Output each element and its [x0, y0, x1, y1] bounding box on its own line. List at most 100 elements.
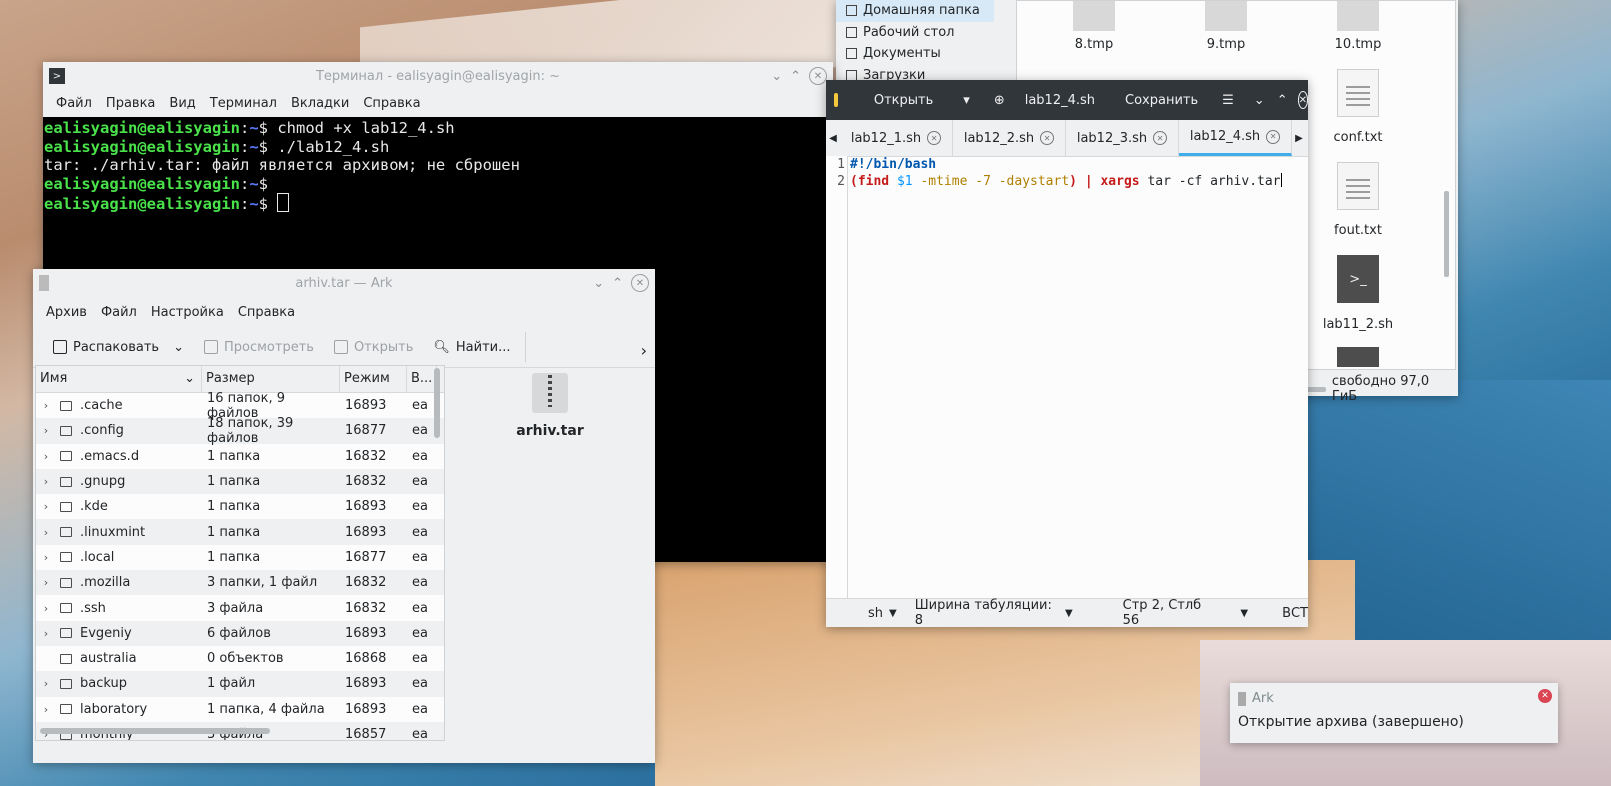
chevron-down-icon[interactable]: ▼	[1065, 608, 1073, 619]
open-button[interactable]: Открыть	[864, 93, 943, 108]
table-row[interactable]: › .emacs.d 1 папка 16832 ea	[36, 444, 444, 469]
menu-help[interactable]: Справка	[231, 305, 302, 320]
editor-header[interactable]: Открыть ▾ ⊕ lab12_4.sh Сохранить ☰ ⌄ ⌃ ✕	[826, 80, 1308, 120]
menu-terminal[interactable]: Терминал	[203, 96, 284, 111]
tab-scroll-right-icon[interactable]: ▶	[1292, 133, 1306, 144]
table-row[interactable]: › .ssh 3 файла 16832 ea	[36, 595, 444, 620]
expand-icon[interactable]: ›	[36, 450, 56, 463]
cell-owner: ea	[412, 727, 428, 741]
file-item[interactable]	[1337, 162, 1379, 210]
notification-popup[interactable]: Ark ✕ Открытие архива (завершено)	[1230, 683, 1558, 743]
expand-icon[interactable]: ›	[36, 703, 56, 716]
file-item[interactable]	[1337, 69, 1379, 117]
new-file-icon[interactable]: ⊕	[984, 93, 1015, 108]
expand-icon[interactable]: ›	[36, 602, 56, 615]
table-row[interactable]: › .cache 16 папок, 9 файлов 16893 ea	[36, 391, 444, 421]
table-row[interactable]: › .gnupg 1 папка 16832 ea	[36, 468, 444, 495]
maximize-icon[interactable]: ⌃	[612, 276, 623, 291]
tab-close-icon[interactable]: ✕	[1040, 131, 1055, 145]
table-row[interactable]: › .local 1 папка 16877 ea	[36, 545, 444, 570]
expand-icon[interactable]: ›	[36, 526, 56, 539]
menu-tabs[interactable]: Вкладки	[284, 96, 356, 111]
expand-icon[interactable]: ›	[36, 500, 56, 513]
documents-icon	[846, 48, 857, 60]
place-home[interactable]: Домашняя папка	[836, 0, 994, 22]
menu-help[interactable]: Справка	[356, 96, 427, 111]
menu-edit[interactable]: Правка	[99, 96, 162, 111]
cursor-position[interactable]: Стр 2, Стлб 56	[1123, 598, 1219, 628]
place-desktop[interactable]: Рабочий стол	[836, 22, 994, 44]
tab-width-button[interactable]: Ширина табуляции: 8	[915, 598, 1059, 628]
file-label: 8.tmp	[1074, 37, 1114, 52]
table-row[interactable]: › .config 18 папок, 39 файлов 16877 ea	[36, 416, 444, 446]
cell-size: 1 файл	[207, 676, 256, 692]
close-icon[interactable]: ✕	[1297, 91, 1308, 109]
horizontal-scrollbar[interactable]	[40, 728, 270, 734]
tab-close-icon[interactable]: ✕	[927, 131, 942, 145]
close-icon[interactable]: ✕	[809, 67, 827, 85]
syntax-mode-button[interactable]: sh	[868, 606, 883, 621]
vertical-scrollbar[interactable]	[1444, 191, 1449, 277]
tab-lab12-1[interactable]: lab12_1.sh ✕	[840, 120, 953, 156]
open-button[interactable]: Открыть	[324, 332, 423, 362]
menu-file[interactable]: Файл	[49, 96, 99, 111]
expand-icon[interactable]: ›	[36, 677, 56, 690]
extract-button[interactable]: Распаковать ⌄	[43, 332, 194, 362]
tab-lab12-4[interactable]: lab12_4.sh ✕	[1179, 120, 1292, 156]
chevron-right-icon[interactable]: ›	[641, 341, 647, 360]
menu-archive[interactable]: Архив	[39, 305, 94, 320]
table-row[interactable]: › .kde 1 папка 16893 ea	[36, 494, 444, 519]
expand-icon[interactable]: ›	[36, 576, 56, 589]
close-icon[interactable]: ✕	[631, 274, 649, 292]
table-row[interactable]: › Evgeniy 6 файлов 16893 ea	[36, 620, 444, 646]
cell-mode: 16877	[345, 549, 387, 565]
table-row[interactable]: › backup 1 файл 16893 ea	[36, 671, 444, 697]
notification-app: Ark	[1252, 691, 1274, 706]
minimize-icon[interactable]: ⌄	[1248, 93, 1271, 108]
table-row[interactable]: australia 0 объектов 16868 ea	[36, 646, 444, 671]
code-editor[interactable]: 12 #!/bin/bash (find $1 -mtime -7 -dayst…	[826, 156, 1308, 599]
expand-icon[interactable]: ›	[36, 627, 56, 640]
search-icon: 🔍︎	[433, 339, 450, 355]
file-item[interactable]: >_	[1337, 255, 1379, 303]
close-icon[interactable]: ✕	[1538, 689, 1552, 703]
menu-settings[interactable]: Настройка	[144, 305, 231, 320]
find-button[interactable]: 🔍︎ Найти...	[423, 332, 520, 362]
expand-icon[interactable]: ›	[36, 551, 56, 564]
table-row[interactable]: › .linuxmint 1 папка 16893 ea	[36, 519, 444, 545]
maximize-icon[interactable]: ⌃	[790, 69, 801, 84]
minimize-icon[interactable]: ⌄	[771, 69, 782, 84]
hamburger-menu-icon[interactable]: ☰	[1212, 93, 1244, 108]
tab-close-icon[interactable]: ✕	[1153, 131, 1168, 145]
place-documents[interactable]: Документы	[836, 43, 994, 65]
tab-scroll-left-icon[interactable]: ◀	[826, 133, 840, 144]
preview-button[interactable]: Просмотреть	[194, 332, 324, 362]
chevron-down-icon[interactable]: ⌄	[173, 340, 184, 355]
expand-icon[interactable]: ›	[36, 424, 56, 437]
table-row[interactable]: › .mozilla 3 папки, 1 файл 16832 ea	[36, 570, 444, 596]
expand-icon[interactable]: ›	[36, 399, 56, 412]
table-row[interactable]: › laboratory 1 папка, 4 файла 16893 ea	[36, 697, 444, 722]
tab-lab12-3[interactable]: lab12_3.sh ✕	[1066, 120, 1179, 156]
insert-mode[interactable]: ВСТ	[1282, 606, 1308, 621]
column-name[interactable]: Имя ⌄	[36, 366, 202, 392]
save-button[interactable]: Сохранить	[1115, 93, 1208, 108]
column-mode[interactable]: Режим	[340, 366, 407, 392]
column-size[interactable]: Размер	[202, 366, 340, 392]
vertical-scrollbar[interactable]	[434, 368, 440, 438]
titlebar[interactable]: arhiv.tar — Ark ⌄ ⌃ ✕	[33, 269, 655, 297]
archive-table[interactable]: Имя ⌄ Размер Режим В... › .cache 16 папок, …	[35, 365, 445, 741]
titlebar[interactable]: > Терминал - ealisyagin@ealisyagin: ~ ⌄ …	[43, 62, 833, 90]
chevron-down-icon[interactable]: ▼	[889, 608, 897, 619]
minimize-icon[interactable]: ⌄	[593, 276, 604, 291]
tab-lab12-2[interactable]: lab12_2.sh ✕	[953, 120, 1066, 156]
expand-icon[interactable]: ›	[36, 475, 56, 488]
column-owner[interactable]: В...	[407, 366, 437, 392]
tab-close-icon[interactable]: ✕	[1266, 129, 1281, 144]
chevron-down-icon[interactable]: ▼	[1240, 608, 1248, 619]
menu-file[interactable]: Файл	[94, 305, 144, 320]
menu-view[interactable]: Вид	[162, 96, 202, 111]
maximize-icon[interactable]: ⌃	[1271, 93, 1294, 108]
folder-icon	[60, 577, 72, 588]
chevron-down-icon[interactable]: ▾	[953, 93, 980, 108]
